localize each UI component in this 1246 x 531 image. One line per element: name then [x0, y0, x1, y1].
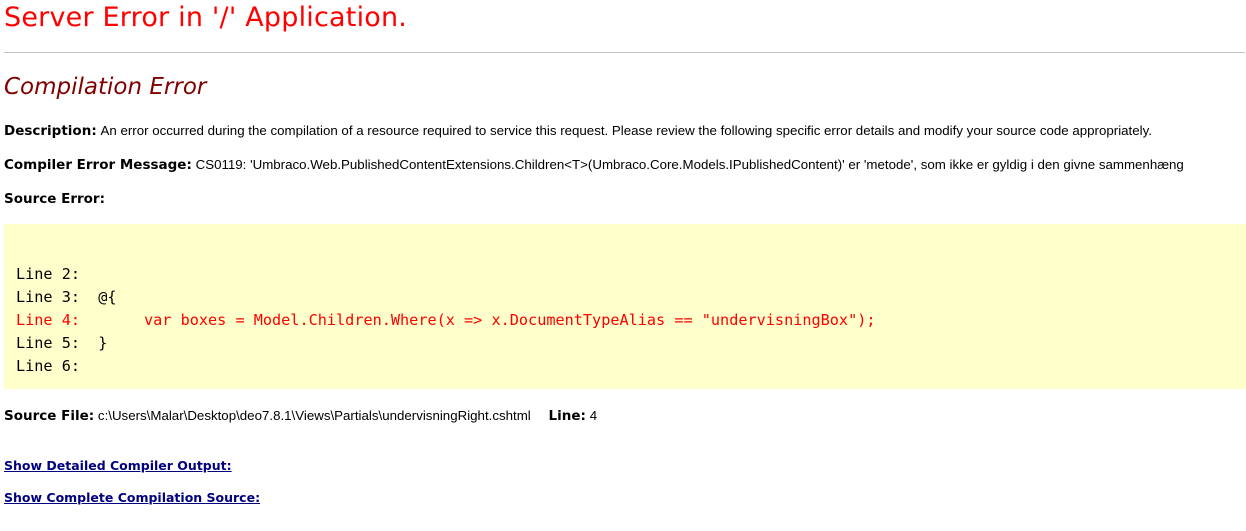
source-code-block: Line 2: Line 3: @{ Line 4: var boxes = M… [4, 224, 1246, 389]
code-line-error: Line 4: var boxes = Model.Children.Where… [16, 311, 876, 329]
description-text: An error occurred during the compilation… [100, 123, 1152, 138]
show-complete-compilation-source-link[interactable]: Show Complete Compilation Source: [4, 490, 260, 505]
source-error-row: Source Error: [4, 190, 105, 208]
description-label: Description: [4, 123, 97, 139]
code-line: Line 2: [16, 265, 81, 283]
source-error-label: Source Error: [4, 191, 105, 207]
compiler-error-label: Compiler Error Message: [4, 157, 192, 173]
source-file-row: Source File: c:\Users\Malar\Desktop\deo7… [4, 407, 597, 425]
title-divider [4, 52, 1245, 53]
line-label: Line: [548, 408, 586, 424]
description-row: Description: An error occurred during th… [4, 122, 1152, 140]
code-line: Line 3: @{ [16, 288, 117, 306]
show-detailed-compiler-output-link[interactable]: Show Detailed Compiler Output: [4, 458, 232, 473]
code-line: Line 5: } [16, 334, 108, 352]
source-file-label: Source File: [4, 408, 95, 424]
source-file-path: c:\Users\Malar\Desktop\deo7.8.1\Views\Pa… [97, 408, 531, 423]
error-type-heading: Compilation Error [4, 74, 207, 100]
compiler-error-row: Compiler Error Message: CS0119: 'Umbraco… [4, 156, 1184, 174]
code-line: Line 6: [16, 357, 81, 375]
page-title: Server Error in '/' Application. [4, 2, 408, 33]
line-number: 4 [589, 408, 598, 423]
compiler-error-text: CS0119: 'Umbraco.Web.PublishedContentExt… [195, 157, 1184, 172]
